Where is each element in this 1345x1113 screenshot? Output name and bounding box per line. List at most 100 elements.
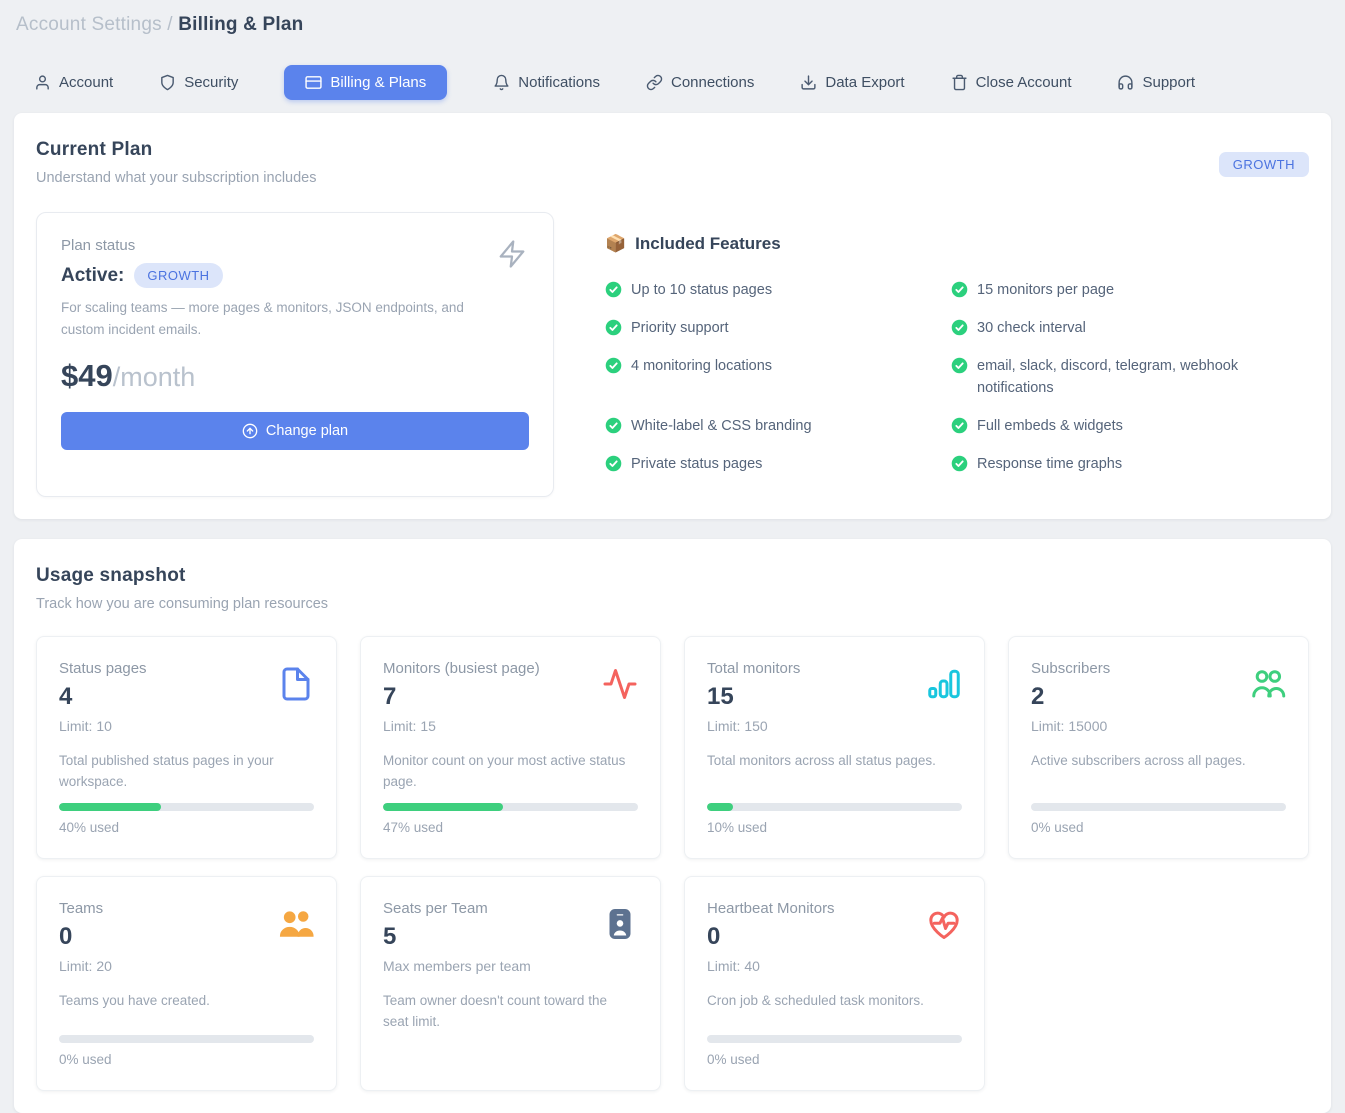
usage-percent-label: 0% used bbox=[1031, 820, 1286, 835]
plan-description: For scaling teams — more pages & monitor… bbox=[61, 297, 481, 342]
feature-item: email, slack, discord, telegram, webhook… bbox=[951, 355, 1309, 399]
check-circle-icon bbox=[951, 357, 968, 374]
plan-status-value: Active: bbox=[61, 265, 124, 287]
usage-percent-label: 10% used bbox=[707, 820, 962, 835]
plan-price-period: /month bbox=[113, 362, 196, 393]
billing-page: Account Settings / Billing & Plan Accoun… bbox=[0, 0, 1345, 1113]
usage-card-label: Teams bbox=[59, 900, 112, 917]
usage-card-description: Total published status pages in your wor… bbox=[59, 751, 309, 793]
check-circle-icon bbox=[951, 281, 968, 298]
usage-card: Subscribers 2 Limit: 15000 Active subscr… bbox=[1008, 636, 1309, 859]
check-circle-icon bbox=[605, 455, 622, 472]
usage-card-value: 15 bbox=[707, 683, 800, 711]
bar-chart-icon bbox=[926, 666, 962, 702]
usage-card-label: Subscribers bbox=[1031, 660, 1110, 677]
feature-item: Full embeds & widgets bbox=[951, 415, 1309, 437]
usage-title: Usage snapshot bbox=[36, 565, 1309, 587]
change-plan-label: Change plan bbox=[266, 423, 348, 439]
usage-card-limit: Limit: 150 bbox=[707, 718, 800, 734]
headset-icon bbox=[1117, 74, 1134, 91]
tab-support[interactable]: Support bbox=[1117, 74, 1195, 91]
usage-card-description: Cron job & scheduled task monitors. bbox=[707, 991, 957, 1025]
features-heading: Included Features bbox=[635, 234, 780, 254]
lightning-icon bbox=[497, 237, 527, 271]
feature-item: Response time graphs bbox=[951, 453, 1309, 475]
feature-item: 15 monitors per page bbox=[951, 279, 1309, 301]
feature-item: 4 monitoring locations bbox=[605, 355, 951, 399]
settings-tabs: Account Security Billing & Plans Notific… bbox=[34, 74, 1331, 91]
usage-card-value: 0 bbox=[707, 923, 835, 951]
usage-card-description: Total monitors across all status pages. bbox=[707, 751, 957, 793]
usage-card-value: 4 bbox=[59, 683, 147, 711]
tab-close-account[interactable]: Close Account bbox=[951, 74, 1072, 91]
shield-icon bbox=[159, 74, 176, 91]
users-icon bbox=[1250, 666, 1286, 702]
feature-item: Up to 10 status pages bbox=[605, 279, 951, 301]
current-plan-title: Current Plan bbox=[36, 139, 316, 161]
check-circle-icon bbox=[605, 319, 622, 336]
tab-data-export[interactable]: Data Export bbox=[800, 74, 904, 91]
heartbeat-icon bbox=[926, 906, 962, 942]
feature-item: White-label & CSS branding bbox=[605, 415, 951, 437]
check-circle-icon bbox=[605, 281, 622, 298]
activity-icon bbox=[602, 666, 638, 702]
change-plan-button[interactable]: Change plan bbox=[61, 412, 529, 450]
usage-subtitle: Track how you are consuming plan resourc… bbox=[36, 596, 1309, 612]
plan-tier-badge: GROWTH bbox=[1219, 152, 1309, 177]
trash-icon bbox=[951, 74, 968, 91]
plan-status-card: Plan status Active: GROWTH For scaling t… bbox=[36, 212, 554, 497]
check-circle-icon bbox=[951, 319, 968, 336]
tab-notifications[interactable]: Notifications bbox=[493, 74, 600, 91]
usage-card: Seats per Team 5 Max members per team Te… bbox=[360, 876, 661, 1091]
package-icon: 📦 bbox=[605, 234, 626, 254]
breadcrumb: Account Settings / Billing & Plan bbox=[14, 12, 1331, 36]
breadcrumb-section[interactable]: Account Settings / bbox=[16, 14, 173, 35]
usage-card: Teams 0 Limit: 20 Teams you have created… bbox=[36, 876, 337, 1091]
tab-account[interactable]: Account bbox=[34, 74, 113, 91]
usage-percent-label: 0% used bbox=[707, 1052, 962, 1067]
plan-status-tier-badge: GROWTH bbox=[134, 263, 222, 288]
arrow-up-circle-icon bbox=[242, 423, 258, 439]
tab-security[interactable]: Security bbox=[159, 74, 238, 91]
usage-card-limit: Limit: 40 bbox=[707, 958, 835, 974]
download-icon bbox=[800, 74, 817, 91]
usage-card: Status pages 4 Limit: 10 Total published… bbox=[36, 636, 337, 859]
usage-card-limit: Limit: 10 bbox=[59, 718, 147, 734]
usage-card-description: Team owner doesn't count toward the seat… bbox=[383, 991, 633, 1067]
usage-progress-bar bbox=[383, 803, 638, 811]
page-title: Billing & Plan bbox=[178, 14, 303, 35]
usage-card-value: 0 bbox=[59, 923, 112, 951]
usage-card: Monitors (busiest page) 7 Limit: 15 Moni… bbox=[360, 636, 661, 859]
feature-item: Private status pages bbox=[605, 453, 951, 475]
plan-status-label: Plan status bbox=[61, 237, 529, 254]
current-plan-subtitle: Understand what your subscription includ… bbox=[36, 170, 316, 186]
usage-card-limit: Max members per team bbox=[383, 958, 531, 974]
usage-card-value: 2 bbox=[1031, 683, 1110, 711]
usage-percent-label: 40% used bbox=[59, 820, 314, 835]
usage-card-label: Heartbeat Monitors bbox=[707, 900, 835, 917]
check-circle-icon bbox=[951, 417, 968, 434]
usage-card-label: Status pages bbox=[59, 660, 147, 677]
usage-card-limit: Limit: 15000 bbox=[1031, 718, 1110, 734]
usage-progress-bar bbox=[707, 803, 962, 811]
user-icon bbox=[34, 74, 51, 91]
tab-billing-plans[interactable]: Billing & Plans bbox=[284, 65, 447, 100]
users-filled-icon bbox=[278, 906, 314, 942]
usage-card-value: 7 bbox=[383, 683, 540, 711]
usage-progress-bar bbox=[1031, 803, 1286, 811]
check-circle-icon bbox=[605, 357, 622, 374]
feature-item: 30 check interval bbox=[951, 317, 1309, 339]
usage-percent-label: 47% used bbox=[383, 820, 638, 835]
usage-card-label: Seats per Team bbox=[383, 900, 531, 917]
plan-price: $49 bbox=[61, 358, 113, 394]
link-icon bbox=[646, 74, 663, 91]
check-circle-icon bbox=[951, 455, 968, 472]
check-circle-icon bbox=[605, 417, 622, 434]
tab-connections[interactable]: Connections bbox=[646, 74, 754, 91]
feature-item: Priority support bbox=[605, 317, 951, 339]
usage-progress-bar bbox=[707, 1035, 962, 1043]
usage-progress-bar bbox=[59, 803, 314, 811]
usage-card-value: 5 bbox=[383, 923, 531, 951]
included-features: 📦 Included Features Up to 10 status page… bbox=[605, 234, 1309, 497]
plan-price-row: $49 /month bbox=[61, 358, 529, 394]
